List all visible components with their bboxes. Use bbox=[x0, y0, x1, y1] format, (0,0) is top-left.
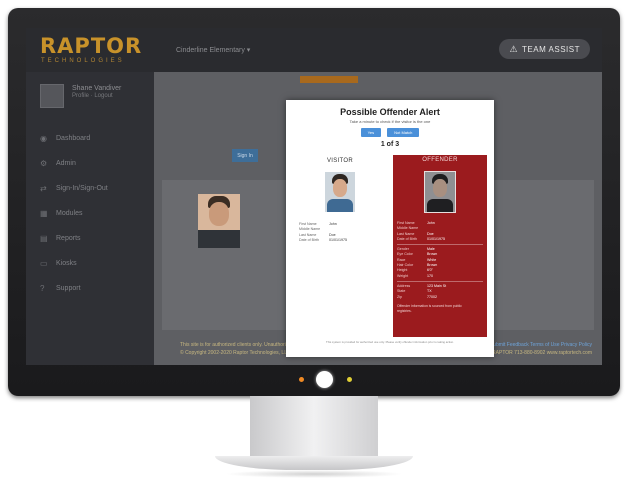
offender-card: OFFENDER First Name John Middle Name Last… bbox=[393, 155, 487, 337]
reports-icon: ▤ bbox=[40, 234, 48, 243]
monitor: RAPTOR TECHNOLOGIES Cinderline Elementar… bbox=[8, 8, 620, 396]
team-assist-label: TEAM ASSIST bbox=[522, 44, 580, 54]
sidebar-item-label: Sign-In/Sign-Out bbox=[56, 185, 108, 192]
sidebar-item-label: Kiosks bbox=[56, 260, 77, 267]
visitor-photo-background bbox=[198, 194, 240, 248]
help-icon: ? bbox=[40, 284, 45, 293]
sidebar-item-modules[interactable]: ▦ Modules bbox=[40, 201, 108, 226]
monitor-base bbox=[215, 456, 413, 470]
offender-fields: First Name John Middle Name Last Name Doe … bbox=[397, 221, 487, 300]
user-box: Shane Vandiver Profile · Logout bbox=[40, 84, 121, 108]
sidebar: Shane Vandiver Profile · Logout ◉ Dashbo… bbox=[26, 72, 154, 365]
offender-header: OFFENDER bbox=[422, 157, 458, 163]
location-selector[interactable]: Cinderline Elementary ▾ bbox=[176, 46, 250, 54]
screen: RAPTOR TECHNOLOGIES Cinderline Elementar… bbox=[26, 28, 602, 365]
sidebar-item-label: Modules bbox=[56, 210, 83, 217]
sidebar-nav: ◉ Dashboard ⚙ Admin ⇄ Sign-In/Sign-Out ▦… bbox=[40, 126, 108, 301]
visitor-fields: First Name John Middle Name Last Name Doe … bbox=[299, 222, 385, 243]
modal-title: Possible Offender Alert bbox=[340, 107, 440, 117]
logo-subtitle: TECHNOLOGIES bbox=[41, 58, 125, 64]
sidebar-item-label: Admin bbox=[56, 160, 76, 167]
sidebar-item-label: Dashboard bbox=[56, 135, 91, 142]
gear-icon: ⚙ bbox=[40, 159, 48, 168]
monitor-chin bbox=[8, 365, 620, 396]
field-row: Date of Birth 01/01/1975 bbox=[397, 236, 445, 241]
dashboard-icon: ◉ bbox=[40, 134, 47, 143]
kiosk-icon: ▭ bbox=[40, 259, 48, 268]
offender-photo bbox=[424, 171, 456, 213]
offender-notes: Offender information is sourced from pub… bbox=[397, 303, 462, 313]
not-match-button[interactable]: Not Match bbox=[387, 128, 420, 137]
bell-icon: ⚠ bbox=[509, 43, 519, 54]
field-row: Weight 170 bbox=[397, 273, 433, 278]
visitor-card: VISITOR First Name John Middle Name Last … bbox=[295, 156, 385, 336]
field-row: Date of Birth 01/01/1975 bbox=[299, 237, 347, 242]
sidebar-item-support[interactable]: ? Support bbox=[40, 276, 108, 301]
modal-subtitle: Take a minute to check if the visitor is… bbox=[349, 119, 431, 124]
yes-button[interactable]: Yes bbox=[360, 128, 382, 137]
power-button[interactable] bbox=[316, 371, 333, 388]
visitor-header: VISITOR bbox=[327, 158, 353, 164]
match-pager: 1 of 3 bbox=[380, 141, 400, 148]
sidebar-item-kiosks[interactable]: ▭ Kiosks bbox=[40, 251, 108, 276]
sidebar-item-admin[interactable]: ⚙ Admin bbox=[40, 151, 108, 176]
status-led-yellow bbox=[347, 377, 352, 382]
sign-in-button[interactable]: Sign In bbox=[232, 149, 258, 162]
visitor-photo bbox=[325, 172, 355, 212]
raptor-logo[interactable]: RAPTOR bbox=[40, 34, 142, 58]
user-name: Shane Vandiver bbox=[72, 85, 122, 92]
divider bbox=[397, 280, 483, 282]
modal-actions: Yes Not Match bbox=[286, 128, 494, 137]
team-assist-button[interactable]: ⚠ TEAM ASSIST bbox=[499, 39, 590, 59]
fine-print: This system is provided for authorized u… bbox=[326, 340, 454, 344]
modules-icon: ▦ bbox=[40, 209, 48, 218]
sidebar-item-label: Reports bbox=[56, 235, 81, 242]
avatar bbox=[40, 84, 64, 108]
sidebar-item-label: Support bbox=[56, 285, 81, 292]
sign-in-icon: ⇄ bbox=[40, 184, 47, 193]
divider bbox=[397, 244, 483, 246]
sidebar-item-reports[interactable]: ▤ Reports bbox=[40, 226, 108, 251]
orange-tab[interactable] bbox=[300, 76, 358, 83]
sidebar-item-dashboard[interactable]: ◉ Dashboard bbox=[40, 126, 108, 151]
stand-shadow bbox=[225, 470, 403, 478]
offender-alert-modal: Possible Offender Alert Take a minute to… bbox=[286, 100, 494, 357]
user-links[interactable]: Profile · Logout bbox=[72, 93, 121, 99]
sidebar-item-sign-in[interactable]: ⇄ Sign-In/Sign-Out bbox=[40, 176, 108, 201]
top-bar: RAPTOR TECHNOLOGIES Cinderline Elementar… bbox=[26, 28, 602, 72]
field-row: Zip 77002 bbox=[397, 294, 437, 299]
status-led-orange bbox=[299, 377, 304, 382]
monitor-stand bbox=[250, 396, 378, 458]
